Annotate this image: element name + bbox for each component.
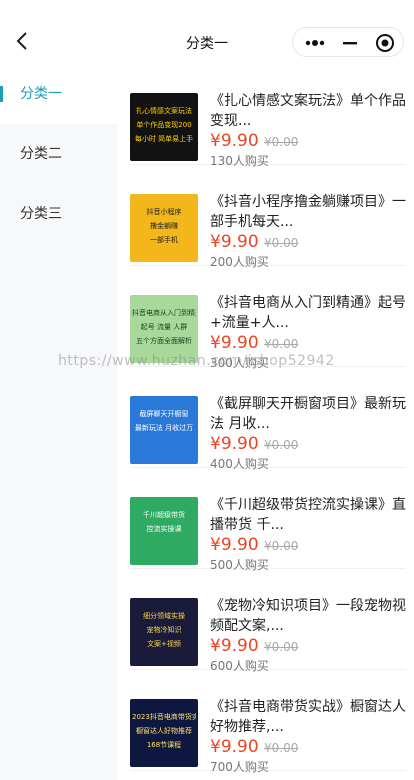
product-price: ¥9.90 <box>210 434 259 454</box>
thumbnail-text: 细分领域实操 <box>143 612 185 620</box>
product-price: ¥9.90 <box>210 636 259 656</box>
thumbnail-text: 2023抖音电商带货实战 <box>132 713 196 721</box>
product-card[interactable]: 千川超级带货 控流实操课 《千川超级带货控流实操课》直播带货 千... ¥9.90 ¥0… <box>130 468 406 572</box>
product-card[interactable]: 抖音电商从入门到精通 起号 流量 人群 五个方面全面解析 《抖音电商从入门到精通》起号… <box>130 266 406 370</box>
product-thumbnail[interactable]: 抖音小程序撸金躺赚一部手机 <box>130 194 198 262</box>
product-original-price: ¥0.00 <box>264 337 299 351</box>
thumbnail-text: 起号 流量 人群 <box>140 323 188 331</box>
product-card[interactable]: 截屏聊天开橱窗 最新玩法 月收过万 《截屏聊天开橱窗项目》最新玩法 月收... ¥9.… <box>130 367 406 471</box>
category-sidebar: 分类一 分类二 分类三 <box>0 64 118 780</box>
sidebar-item-category-3[interactable]: 分类三 <box>0 184 118 244</box>
thumbnail-text: 千川超级带货 <box>143 511 185 519</box>
thumbnail-text: 文案+视频 <box>147 640 181 648</box>
product-thumbnail[interactable]: 2023抖音电商带货实战橱窗达人好物推荐 168节课程 <box>130 699 198 767</box>
close-circle-icon[interactable] <box>374 32 396 54</box>
product-sales-count: 700人购买 <box>210 760 269 774</box>
product-price: ¥9.90 <box>210 535 259 555</box>
product-original-price: ¥0.00 <box>264 236 299 250</box>
thumbnail-text: 最新玩法 月收过万 <box>134 424 194 432</box>
product-list: 扎心情感文案玩法 单个作品变现200 每小时 简单易上手 《扎心情感文案玩法》单个作品… <box>118 64 414 780</box>
product-title: 《抖音小程序撸金躺赚项目》一部手机每天... <box>210 194 406 230</box>
product-card[interactable]: 抖音小程序 撸金躺赚 一部手机 《抖音小程序撸金躺赚项目》一部手机每天... ¥9.90… <box>130 165 406 269</box>
minimize-icon[interactable] <box>341 35 359 51</box>
thumbnail-text: 宠物冷知识 <box>146 626 182 634</box>
thumbnail-text: 抖音电商从入门到精通 <box>132 309 196 317</box>
thumbnail-text: 扎心情感文案玩法 <box>136 107 192 115</box>
product-original-price: ¥0.00 <box>264 741 299 755</box>
product-thumbnail[interactable]: 截屏聊天开橱窗 最新玩法 月收过万 <box>130 396 198 464</box>
sidebar-item-category-2[interactable]: 分类二 <box>0 124 118 184</box>
product-thumbnail[interactable]: 千川超级带货 控流实操课 <box>130 497 198 565</box>
thumbnail-text: 一部手机 <box>150 236 178 244</box>
thumbnail-text: 橱窗达人好物推荐 <box>136 727 192 735</box>
product-title: 《宠物冷知识项目》一段宠物视频配文案,... <box>210 598 406 634</box>
product-original-price: ¥0.00 <box>264 640 299 654</box>
product-price: ¥9.90 <box>210 232 259 252</box>
product-title: 《扎心情感文案玩法》单个作品变现... <box>210 93 406 129</box>
product-price: ¥9.90 <box>210 333 259 353</box>
thumbnail-text: 五个方面全面解析 <box>136 337 192 345</box>
menu-capsule <box>292 27 404 57</box>
product-thumbnail[interactable]: 扎心情感文案玩法 单个作品变现200 每小时 简单易上手 <box>130 93 198 161</box>
product-title: 《抖音电商从入门到精通》起号+流量+人... <box>210 295 406 331</box>
product-price: ¥9.90 <box>210 131 259 151</box>
product-thumbnail[interactable]: 抖音电商从入门到精通 起号 流量 人群 五个方面全面解析 <box>130 295 198 363</box>
thumbnail-text: 抖音小程序 <box>146 208 182 216</box>
thumbnail-text: 控流实操课 <box>146 525 182 533</box>
product-card[interactable]: 细分领域实操 宠物冷知识 文案+视频 《宠物冷知识项目》一段宠物视频配文案,... ¥9… <box>130 569 406 673</box>
thumbnail-text: 单个作品变现200 <box>136 121 192 129</box>
product-original-price: ¥0.00 <box>264 539 299 553</box>
sidebar-item-category-1[interactable]: 分类一 <box>0 64 118 124</box>
product-card[interactable]: 2023抖音电商带货实战橱窗达人好物推荐 168节课程 《抖音电商带货实战》橱窗达人… <box>130 670 406 774</box>
product-title: 《抖音电商带货实战》橱窗达人好物推荐,... <box>210 699 406 735</box>
more-icon[interactable] <box>303 35 327 51</box>
product-price: ¥9.90 <box>210 737 259 757</box>
product-title: 《截屏聊天开橱窗项目》最新玩法 月收... <box>210 396 406 432</box>
thumbnail-text: 每小时 简单易上手 <box>134 135 194 143</box>
product-original-price: ¥0.00 <box>264 438 299 452</box>
thumbnail-text: 撸金躺赚 <box>150 222 178 230</box>
product-original-price: ¥0.00 <box>264 135 299 149</box>
thumbnail-text: 截屏聊天开橱窗 <box>139 410 189 418</box>
nav-bar: 分类一 <box>0 0 414 64</box>
product-card[interactable]: 扎心情感文案玩法 单个作品变现200 每小时 简单易上手 《扎心情感文案玩法》单个作品… <box>130 64 406 168</box>
thumbnail-text: 168节课程 <box>146 741 182 749</box>
product-thumbnail[interactable]: 细分领域实操 宠物冷知识文案+视频 <box>130 598 198 666</box>
product-title: 《千川超级带货控流实操课》直播带货 千... <box>210 497 406 533</box>
